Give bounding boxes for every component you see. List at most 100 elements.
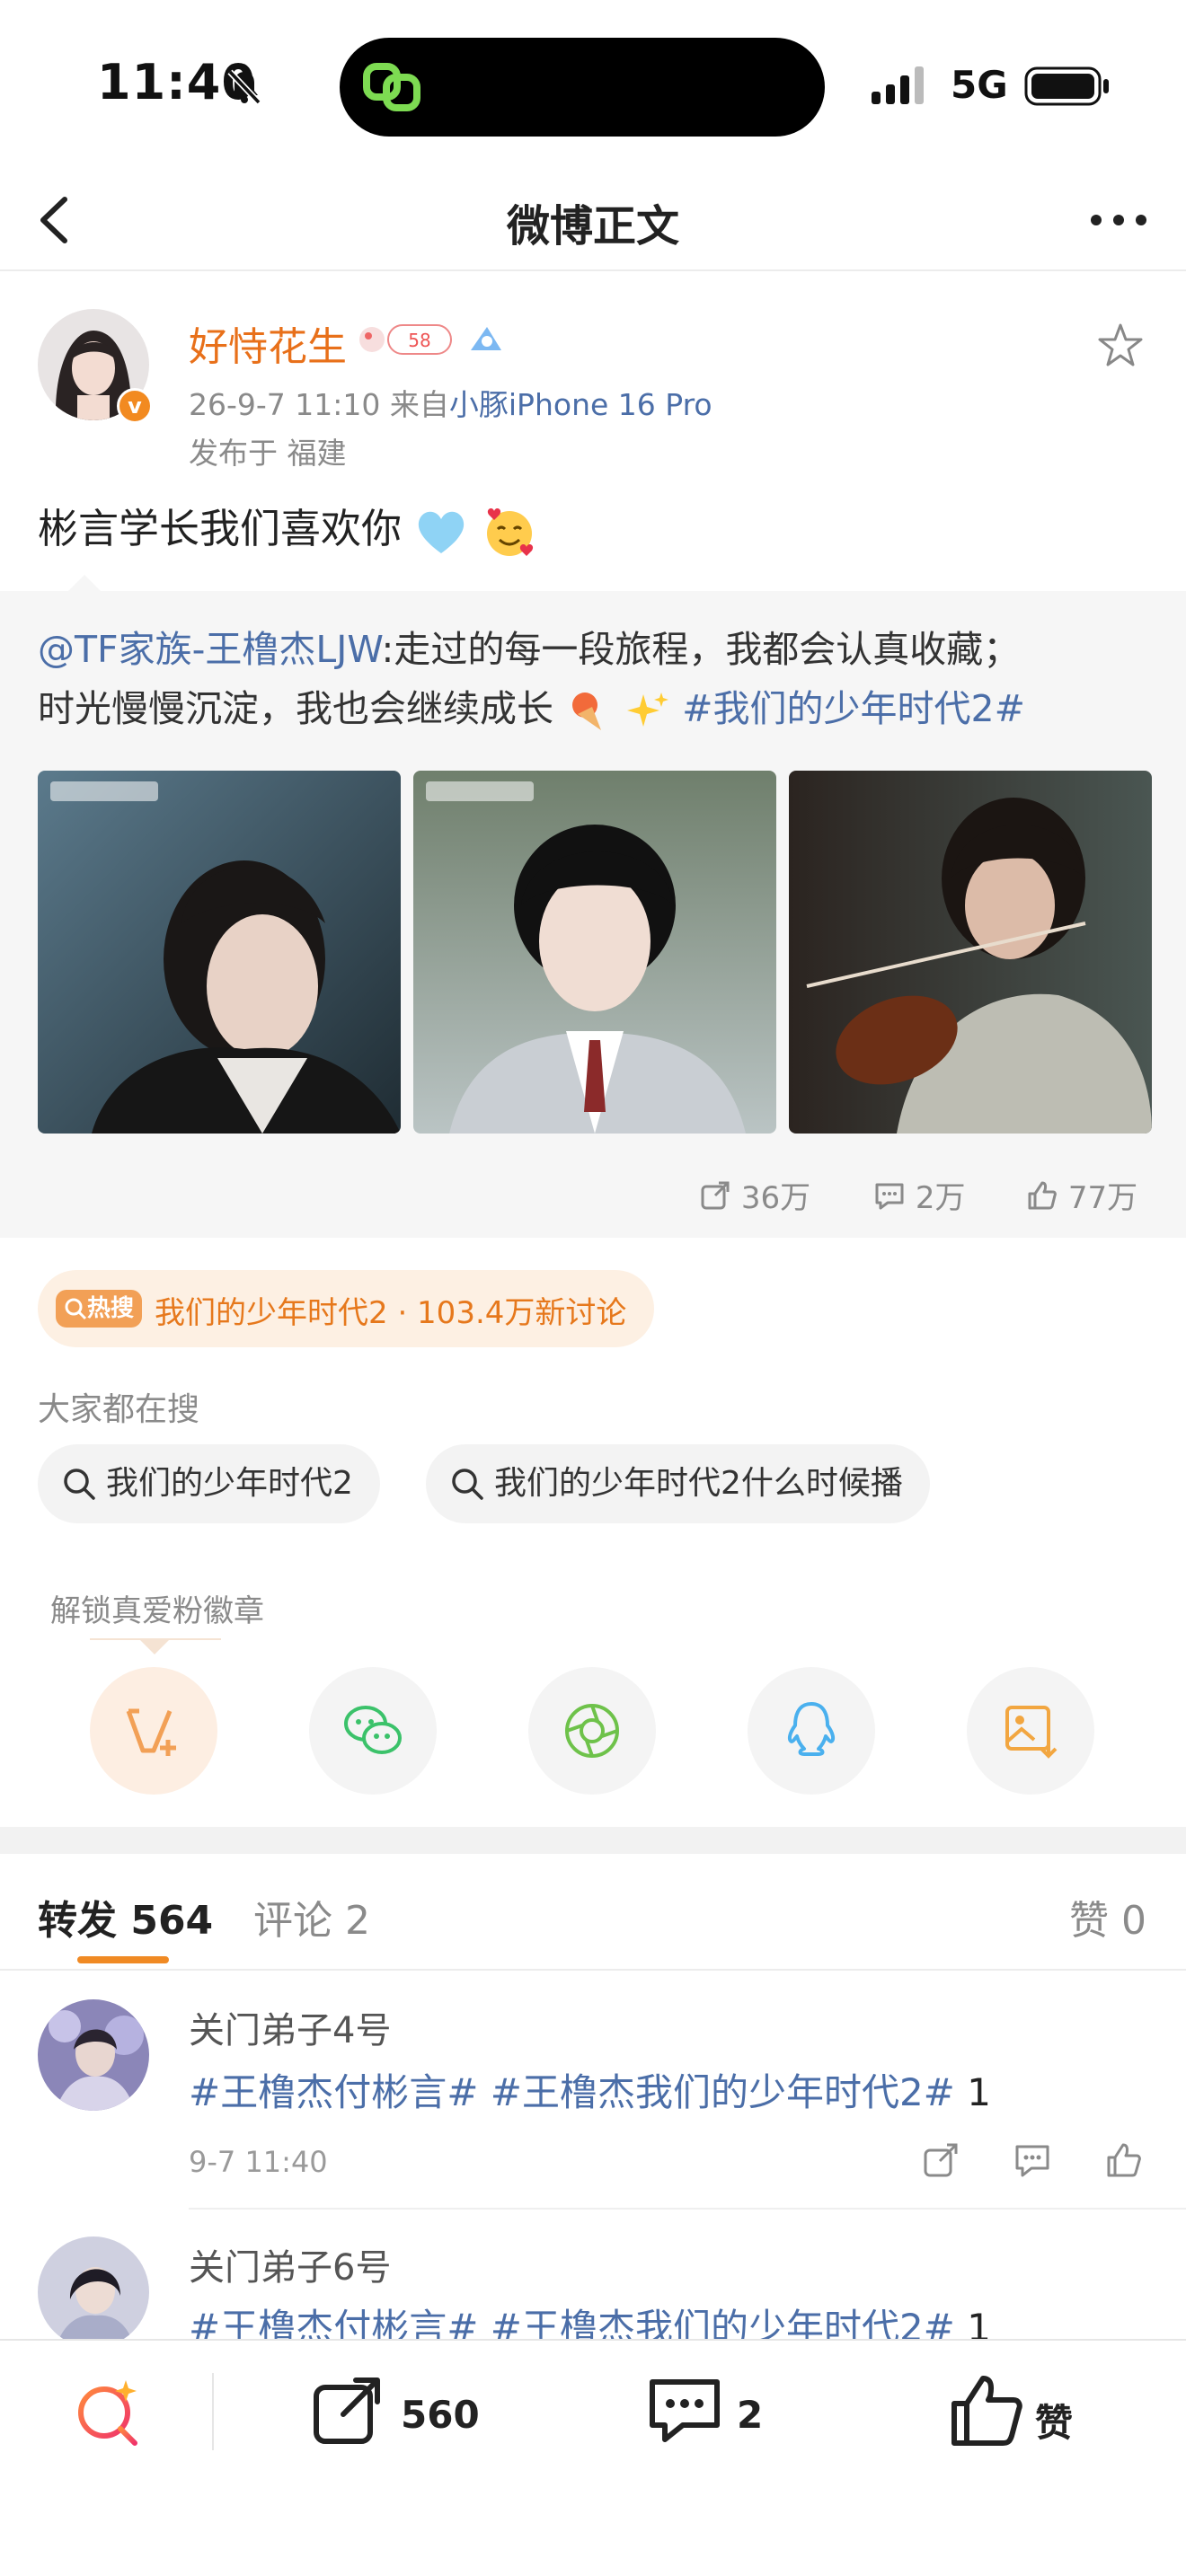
search-icon [65,1298,87,1320]
retweet-comment-count: 2万 [915,1180,966,1216]
post-text: 彬言学长我们喜欢你 [38,496,537,560]
tab-comment[interactable]: 评论 2 [253,1888,370,1945]
comment-icon [875,1183,904,1210]
retweet-share-stat[interactable]: 36万 [699,1173,810,1217]
status-bar: 11:40 5G [0,0,1186,171]
post-location: 发布于 福建 [189,436,347,471]
comment-like-icon[interactable] [1105,2141,1143,2179]
smiling-face-hearts-emoji-icon [486,508,533,556]
post-time: 26-9-7 11:10 来自 [189,387,449,422]
search-chip-text: 我们的少年时代2什么时候播 [494,1465,903,1502]
bottom-like-label: 赞 [1035,2401,1074,2445]
share-wechat-button[interactable] [309,1667,437,1795]
comment-time: 9-7 11:40 [189,2145,328,2179]
bottom-repost-button[interactable]: 560 [311,2373,500,2454]
retweet-notch [66,575,102,593]
tab-like[interactable]: 赞 0 [1069,1888,1146,1945]
like-icon [1028,1181,1057,1210]
comment-text: #王橹杰付彬言# #王橹杰我们的少年时代2# 1 [189,2062,991,2117]
comment-divider [189,2208,1186,2210]
comment-avatar[interactable] [38,2236,149,2348]
retweet-text: @TF家族-王橹杰LJW:走过的每一段旅程，我都会认真收藏； 时光慢慢沉淀，我也… [38,620,1152,738]
section-divider [0,1827,1186,1854]
more-icon[interactable] [1078,189,1159,251]
post-source[interactable]: 小豚iPhone 16 Pro [449,387,712,422]
retweet-image-3[interactable] [789,771,1152,1134]
nav-bar: 微博正文 [0,171,1186,271]
comment-avatar[interactable] [38,1999,149,2111]
unlock-pointer [140,1640,169,1654]
search-chip[interactable]: 我们的少年时代2什么时候播 [426,1444,930,1523]
image-download-icon [1005,1706,1058,1759]
bottom-like-button[interactable]: 赞 [949,2373,1093,2454]
comment-hashtag-link[interactable]: #王橹杰付彬言# [189,2070,478,2114]
author-name[interactable]: 好恃花生 [189,314,347,372]
retweet-image-2[interactable] [413,771,776,1134]
search-suggest-label: 大家都在搜 [38,1391,200,1428]
comment-share-icon[interactable] [922,2141,960,2179]
share-qq-button[interactable] [748,1667,875,1795]
comment-hashtag-link[interactable]: #王橹杰我们的少年时代2# [491,2070,955,2114]
search-chip[interactable]: 我们的少年时代2 [38,1444,380,1523]
network-type: 5G [951,63,1008,107]
retweet-share-count: 36万 [740,1180,811,1216]
sparkles-emoji-icon [627,693,669,727]
moments-icon [565,1704,619,1758]
verified-badge-icon: v [117,388,153,424]
bell-muted-icon [227,69,261,105]
bottom-comment-count: 2 [737,2393,764,2437]
comment-author[interactable]: 关门弟子4号 [189,2001,391,2053]
retweet-image-grid [38,771,1152,1134]
wechat-icon [344,1706,402,1754]
post-meta: 26-9-7 11:10 来自小豚iPhone 16 Pro [189,381,712,424]
signal-icon [872,66,924,104]
retweet-comment-stat[interactable]: 2万 [873,1173,965,1217]
save-image-button[interactable] [967,1667,1094,1795]
tab-like-count: 0 [1121,1898,1146,1944]
qq-icon [787,1702,836,1756]
v-plus-icon [126,1708,176,1756]
repost-icon [314,2378,380,2444]
bottom-repost-count: 560 [401,2393,480,2437]
retweet-text-line1: :走过的每一段旅程，我都会认真收藏； [381,628,1021,671]
tab-repost[interactable]: 转发 564 [38,1888,213,1945]
page-title: 微博正文 [506,201,679,251]
hot-search-pill[interactable]: 热搜 我们的少年时代2 · 103.4万新讨论 [38,1270,654,1347]
fan-badge-button[interactable] [90,1667,217,1795]
bottom-comment-button[interactable]: 2 [647,2373,791,2454]
favorite-star-icon[interactable] [1096,322,1145,370]
unlock-badge-label: 解锁真爱粉徽章 [50,1593,264,1629]
tab-repost-count: 564 [130,1898,214,1944]
bottom-action-bar: 560 2 赞 [0,2339,1186,2576]
hot-search-text: 我们的少年时代2 · 103.4万新讨论 [155,1295,627,1331]
hot-search-tag-text: 热搜 [86,1295,134,1322]
post-text-content: 彬言学长我们喜欢你 [38,505,403,552]
comment-reply-icon[interactable] [1013,2141,1051,2179]
hot-search-tag: 热搜 [56,1290,142,1328]
comment-suffix: 1 [967,2070,991,2114]
comment-author[interactable]: 关门弟子6号 [189,2238,391,2290]
retweet-text-line2: 时光慢慢沉淀，我也会继续成长 [38,687,553,730]
retweet-image-1[interactable] [38,771,401,1134]
ice-cream-emoji-icon [572,693,602,730]
retweet-author-link[interactable]: @TF家族-王橹杰LJW [38,628,382,671]
tab-comment-count: 2 [345,1898,370,1944]
tab-active-indicator [77,1956,169,1963]
thumbs-up-icon [951,2376,1022,2446]
tab-like-label: 赞 [1069,1898,1109,1944]
comment-icon [650,2379,720,2442]
tabs-divider [0,1969,1186,1971]
retweet-like-stat[interactable]: 77万 [1026,1173,1137,1217]
search-icon [452,1469,483,1500]
bottom-bar-divider [212,2373,214,2450]
share-moments-button[interactable] [528,1667,656,1795]
user-badges-icon: 58 [359,324,501,355]
blue-heart-emoji-icon [419,511,465,553]
super-search-icon[interactable] [70,2373,151,2454]
share-icon [701,1181,730,1210]
level-badge-text: 58 [408,330,430,351]
retweet-hashtag-link[interactable]: #我们的少年时代2# [682,687,1025,730]
battery-icon [1024,66,1109,106]
search-chip-text: 我们的少年时代2 [106,1465,353,1502]
tab-repost-label: 转发 [38,1898,117,1944]
